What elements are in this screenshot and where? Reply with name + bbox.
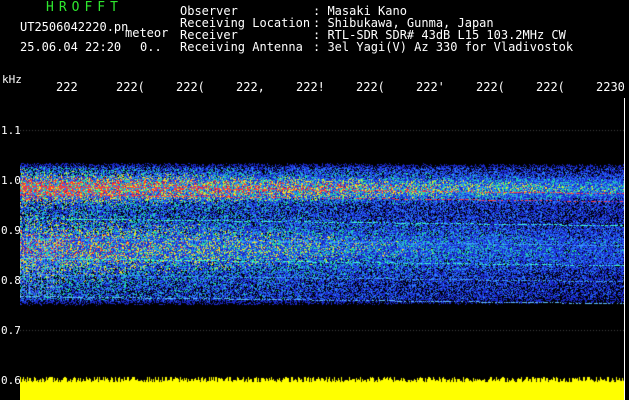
- y-tick: 0.9: [1, 224, 21, 237]
- y-axis-unit: kHz: [2, 73, 22, 86]
- x-tick: 222(: [536, 80, 565, 94]
- x-tick: 222(: [476, 80, 505, 94]
- spectrogram-border: [624, 98, 625, 400]
- meta-antenna-value: : 3el Yagi(V) Az 330 for Vladivostok: [313, 40, 574, 54]
- x-tick: 222(: [176, 80, 205, 94]
- timestamp: 25.06.04 22:20: [20, 40, 122, 54]
- timestamp-extra: 0..: [140, 40, 162, 54]
- x-tick: 222,: [236, 80, 265, 94]
- y-tick: 0.7: [1, 324, 21, 337]
- x-tick: 222(: [116, 80, 145, 94]
- app-title: HROFFT: [46, 0, 123, 15]
- event-tag: meteor: [125, 26, 169, 40]
- x-tick: 222: [56, 80, 78, 94]
- x-tick: 2230: [596, 80, 625, 94]
- spectrogram-canvas[interactable]: [20, 98, 624, 400]
- meta-antenna-label: Receiving Antenna: [180, 40, 303, 54]
- x-tick: 222!: [296, 80, 325, 94]
- y-tick: 1.1: [1, 124, 21, 137]
- x-tick: 222(: [356, 80, 385, 94]
- y-tick: 0.6: [1, 374, 21, 387]
- y-tick: 1.0: [1, 174, 21, 187]
- x-tick: 222': [416, 80, 445, 94]
- y-tick: 0.8: [1, 274, 21, 287]
- file-name: UT2506042220.pn: [20, 20, 129, 34]
